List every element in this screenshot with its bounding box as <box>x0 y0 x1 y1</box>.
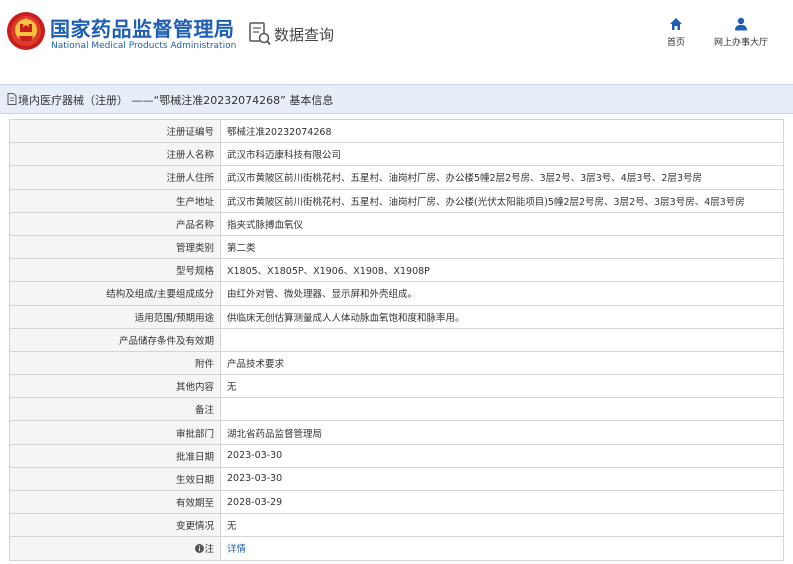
field-value: 2023-03-30 <box>220 443 784 468</box>
field-value <box>220 397 784 422</box>
field-value: 武汉市科迈康科技有限公司 <box>220 142 784 167</box>
field-label: 生产地址 <box>9 188 221 213</box>
home-icon <box>670 18 682 30</box>
document-icon <box>7 93 17 105</box>
field-label-note: 注 <box>9 536 221 561</box>
table-row: 适用范围/预期用途 供临床无创估算测量成人人体动脉血氧饱和度和脉率用。 <box>9 304 784 329</box>
field-value <box>220 327 784 352</box>
data-query-title: 数据查询 <box>274 26 335 44</box>
field-value: X1805、X1805P、X1906、X1908、X1908P <box>220 258 784 283</box>
table-row: 型号规格 X1805、X1805P、X1906、X1908、X1908P <box>9 258 784 283</box>
table-row: 管理类别 第二类 <box>9 234 784 260</box>
field-value: 2023-03-30 <box>220 466 784 492</box>
field-value: 由红外对管、微处理器、显示屏和外壳组成。 <box>220 281 784 306</box>
table-row: 审批部门 湖北省药品监督管理局 <box>9 420 784 445</box>
field-value: 第二类 <box>220 234 784 260</box>
data-query-icon <box>249 22 271 46</box>
field-label: 审批部门 <box>9 420 221 445</box>
table-row: 产品名称 指夹式脉搏血氧仪 <box>9 211 784 236</box>
site-title-cn[interactable]: 国家药品监督管理局 <box>50 13 235 42</box>
field-label: 生效日期 <box>9 466 221 492</box>
nav-home-link[interactable]: 首页 <box>660 17 692 48</box>
table-row: 注册证编号 鄂械注准20232074268 <box>9 118 784 144</box>
table-row: 结构及组成/主要组成成分 由红外对管、微处理器、显示屏和外壳组成。 <box>9 281 784 306</box>
table-row: 有效期至 2028-03-29 <box>9 489 784 515</box>
field-value: 武汉市黄陂区前川街桃花村、五星村、油岗村厂房、办公楼(光伏太阳能项目)5幢2层2… <box>220 188 784 213</box>
field-value: 鄂械注准20232074268 <box>220 118 784 144</box>
field-label: 管理类别 <box>9 234 221 260</box>
breadcrumb: 境内医疗器械（注册） ——“鄂械注准20232074268” 基本信息 <box>0 84 793 114</box>
table-row: 产品储存条件及有效期 <box>9 327 784 352</box>
table-row: 变更情况无 <box>9 513 784 538</box>
field-value: 湖北省药品监督管理局 <box>220 420 784 445</box>
nav-online-office-link[interactable]: 网上办事大厅 <box>709 17 773 48</box>
field-label: 结构及组成/主要组成成分 <box>9 281 221 306</box>
details-link[interactable]: 详情 <box>227 544 246 555</box>
field-label: 注册证编号 <box>9 118 221 144</box>
table-row: 注 详情 <box>9 536 784 561</box>
table-row: 注册人名称 武汉市科迈康科技有限公司 <box>9 142 784 167</box>
table-row: 批准日期 2023-03-30 <box>9 443 784 468</box>
field-label: 型号规格 <box>9 258 221 283</box>
table-row: 备注 <box>9 397 784 422</box>
field-label: 附件 <box>9 350 221 376</box>
registration-details-table: 注册证编号 鄂械注准20232074268 注册人名称 武汉市科迈康科技有限公司 注… <box>9 118 784 561</box>
breadcrumb-text: 境内医疗器械（注册） ——“鄂械注准20232074268” 基本信息 <box>18 94 334 107</box>
field-value: 指夹式脉搏血氧仪 <box>220 211 784 236</box>
field-label: 注册人名称 <box>9 142 221 167</box>
table-row: 其他内容无 <box>9 374 784 399</box>
field-value: 详情 <box>220 536 784 561</box>
field-label: 产品储存条件及有效期 <box>9 327 221 352</box>
nav-online-office-label: 网上办事大厅 <box>713 38 768 48</box>
table-row: 生产地址 武汉市黄陂区前川街桃花村、五星村、油岗村厂房、办公楼(光伏太阳能项目)5… <box>9 188 784 213</box>
field-value: 产品技术要求 <box>220 350 784 376</box>
field-value: 无 <box>220 513 784 538</box>
table-row: 生效日期 2023-03-30 <box>9 466 784 492</box>
user-icon <box>735 17 747 31</box>
site-title-en: National Medical Products Administration <box>51 41 237 51</box>
nav-home-label: 首页 <box>666 38 685 48</box>
field-value: 无 <box>220 374 784 399</box>
field-value: 武汉市黄陂区前川街桃花村、五星村、油岗村厂房、办公楼5幢2层2号房、3层2号、3… <box>220 165 784 190</box>
table-row: 注册人住所 武汉市黄陂区前川街桃花村、五星村、油岗村厂房、办公楼5幢2层2号房、3… <box>9 165 784 190</box>
field-label: 备注 <box>9 397 221 422</box>
table-row: 附件 产品技术要求 <box>9 350 784 376</box>
field-label: 注册人住所 <box>9 165 221 190</box>
field-label: 有效期至 <box>9 489 221 515</box>
field-value: 供临床无创估算测量成人人体动脉血氧饱和度和脉率用。 <box>220 304 784 329</box>
site-header: 国家药品监督管理局 National Medical Products Admi… <box>0 0 793 70</box>
field-label: 变更情况 <box>9 513 221 538</box>
field-value: 2028-03-29 <box>220 489 784 515</box>
note-label: 注 <box>204 544 214 556</box>
national-emblem-icon <box>7 12 45 50</box>
field-label: 批准日期 <box>9 443 221 468</box>
field-label: 产品名称 <box>9 211 221 236</box>
field-label: 其他内容 <box>9 374 221 399</box>
field-label: 适用范围/预期用途 <box>9 304 221 329</box>
